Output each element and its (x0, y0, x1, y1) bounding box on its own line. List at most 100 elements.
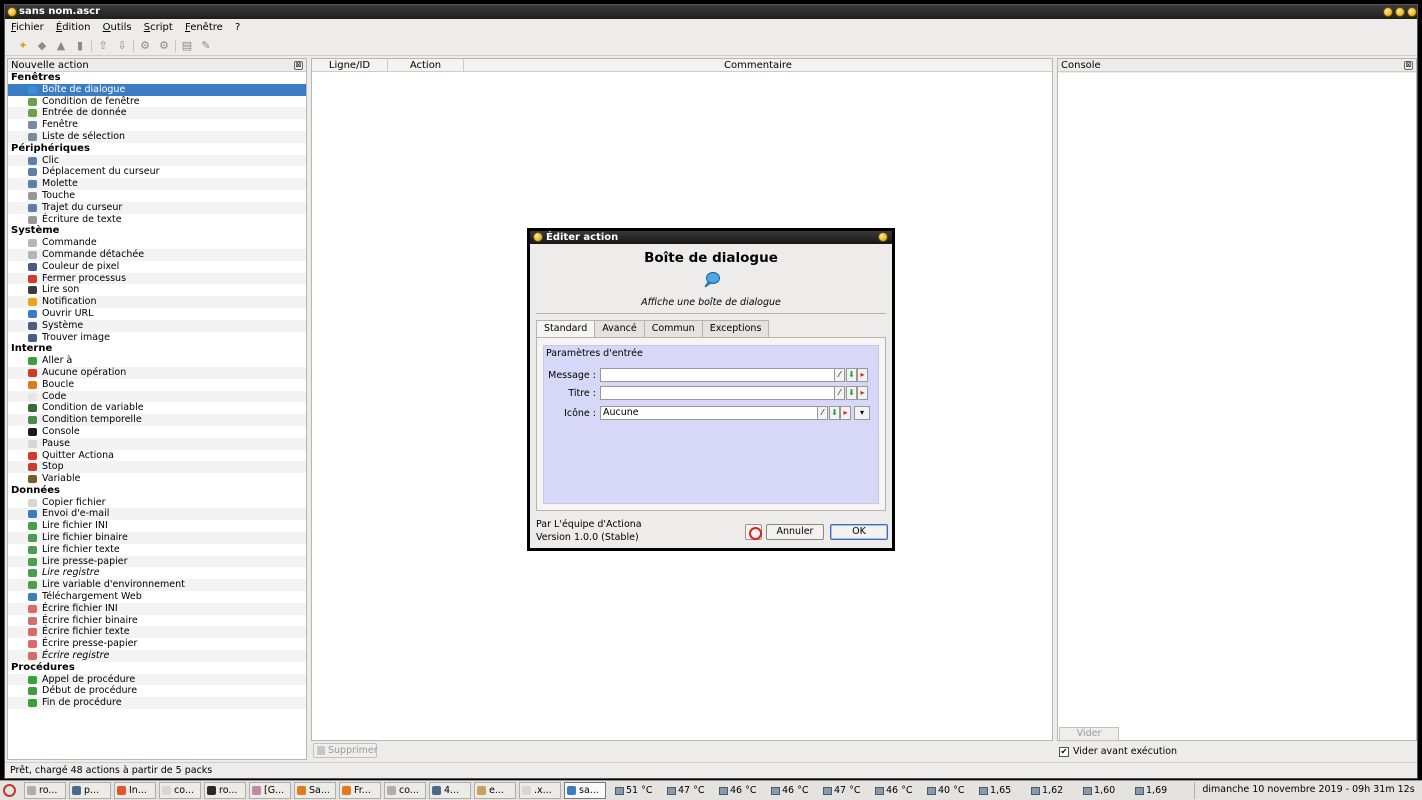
run-selection-gear-icon[interactable]: ⚙ (158, 40, 170, 52)
title-input[interactable] (600, 386, 835, 400)
edit-pencil-icon[interactable]: ✎ (200, 40, 212, 52)
taskbar-task[interactable]: sa... (564, 782, 606, 799)
delete-button[interactable]: Supprimer (313, 743, 378, 758)
column-line-id[interactable]: Ligne/ID (312, 59, 388, 72)
save-icon[interactable]: ▲ (55, 40, 67, 52)
tray-monitor[interactable]: 46 °C (874, 783, 926, 799)
action-item[interactable]: Entrée de donnée (8, 107, 306, 120)
action-item[interactable]: Lire fichier binaire (8, 532, 306, 544)
action-item[interactable]: Début de procédure (8, 685, 306, 697)
taskbar-task[interactable]: Fr... (339, 782, 381, 799)
taskbar-task[interactable]: .x... (519, 782, 561, 799)
column-comment[interactable]: Commentaire (464, 59, 1052, 72)
action-item[interactable]: Quitter Actiona (8, 450, 306, 462)
message-input[interactable] (600, 368, 835, 382)
clear-before-run-checkbox[interactable]: ✔ Vider avant exécution (1059, 746, 1177, 758)
menu-fichier[interactable]: Fichier (11, 19, 44, 36)
tab-commun[interactable]: Commun (643, 320, 703, 337)
action-item[interactable]: Trajet du curseur (8, 201, 306, 214)
tray-monitor[interactable]: 1,62 (1030, 783, 1082, 799)
taskbar-task[interactable]: ro... (204, 782, 246, 799)
console-close-icon[interactable]: ⊠ (1404, 61, 1413, 70)
menu-fenetre[interactable]: Fenêtre (185, 19, 223, 36)
action-item[interactable]: Téléchargement Web (8, 591, 306, 603)
tray-monitor[interactable]: 40 °C (926, 783, 978, 799)
move-up-icon[interactable]: ⇧ (97, 40, 109, 52)
open-icon[interactable]: ◆ (36, 40, 48, 52)
action-item[interactable]: Notification (8, 296, 306, 308)
action-item[interactable]: Lire son (8, 284, 306, 296)
document-icon[interactable]: ▤ (181, 40, 193, 52)
menu-script[interactable]: Script (144, 19, 173, 36)
action-item[interactable]: Lire presse-papier (8, 555, 306, 568)
action-item[interactable]: Lire fichier texte (8, 544, 306, 556)
message-flag-icon[interactable]: ▸ (857, 368, 868, 382)
action-item[interactable]: Écriture de texte (8, 214, 306, 226)
action-item[interactable]: Fermer processus (8, 272, 306, 285)
action-item[interactable]: Lire variable d'environnement (8, 579, 306, 592)
action-item[interactable]: Fin de procédure (8, 697, 306, 710)
tray-monitor[interactable]: 1,60 (1082, 783, 1134, 799)
tray-monitor[interactable]: 1,69 (1134, 783, 1186, 799)
icon-flag-icon[interactable]: ▸ (840, 406, 851, 420)
tray-monitor[interactable]: 46 °C (770, 783, 822, 799)
tray-monitor[interactable]: 46 °C (718, 783, 770, 799)
menu-help[interactable]: ? (235, 19, 240, 36)
action-item[interactable]: Ouvrir URL (8, 308, 306, 320)
message-edit-icon[interactable]: ⁄ (834, 368, 845, 382)
taskbar-task[interactable]: In... (114, 782, 156, 799)
new-icon[interactable]: ✦ (17, 40, 29, 52)
dialog-menu-icon[interactable] (533, 232, 543, 242)
action-item[interactable]: Commande (8, 237, 306, 249)
action-item[interactable]: Envoi d'e-mail (8, 508, 306, 521)
dialog-close-icon[interactable] (878, 232, 888, 242)
taskbar-task[interactable]: e... (474, 782, 516, 799)
title-insert-variable-icon[interactable]: ⬇ (846, 386, 857, 400)
panel-close-icon[interactable]: ⊠ (294, 61, 303, 70)
delete-icon[interactable]: ▮ (74, 40, 86, 52)
action-item[interactable]: Système (8, 319, 306, 332)
taskbar-task[interactable]: co... (384, 782, 426, 799)
action-item[interactable]: Commande détachée (8, 248, 306, 261)
action-item[interactable]: Fenêtre (8, 119, 306, 131)
dialog-title-bar[interactable]: Éditer action (530, 231, 892, 244)
close-icon[interactable] (1407, 7, 1417, 17)
message-insert-variable-icon[interactable]: ⬇ (846, 368, 857, 382)
action-item[interactable]: Boucle (8, 379, 306, 391)
tray-monitor[interactable]: 47 °C (666, 783, 718, 799)
action-item[interactable]: Écrire fichier binaire (8, 615, 306, 627)
action-item[interactable]: Liste de sélection (8, 130, 306, 143)
cancel-button[interactable]: Annuler (766, 524, 824, 540)
taskbar-task[interactable]: co... (159, 782, 201, 799)
action-item[interactable]: Stop (8, 461, 306, 474)
action-item[interactable]: Déplacement du curseur (8, 166, 306, 178)
action-item[interactable]: Clic (8, 154, 306, 167)
chevron-down-icon[interactable]: ▾ (854, 406, 870, 420)
icon-select[interactable]: Aucune (600, 406, 818, 420)
action-item[interactable]: Condition de variable (8, 402, 306, 414)
action-item[interactable]: Écrire fichier texte (8, 626, 306, 639)
action-item[interactable]: Lire fichier INI (8, 520, 306, 532)
clear-console-button[interactable]: Vider (1059, 727, 1119, 741)
tab-exceptions[interactable]: Exceptions (701, 320, 770, 337)
checkbox-checked-icon[interactable]: ✔ (1059, 747, 1069, 757)
action-item[interactable]: Aucune opération (8, 366, 306, 379)
taskbar-task[interactable]: [G... (249, 782, 291, 799)
action-item[interactable]: Console (8, 426, 306, 438)
title-edit-icon[interactable]: ⁄ (834, 386, 845, 400)
action-item[interactable]: Touche (8, 190, 306, 202)
taskbar-task[interactable]: 4... (429, 782, 471, 799)
tab-avance[interactable]: Avancé (594, 320, 645, 337)
taskbar-task[interactable]: ro... (24, 782, 66, 799)
action-item[interactable]: Molette (8, 178, 306, 190)
column-action[interactable]: Action (388, 59, 464, 72)
title-flag-icon[interactable]: ▸ (857, 386, 868, 400)
action-item[interactable]: Pause (8, 437, 306, 450)
taskbar-task[interactable]: p... (69, 782, 111, 799)
icon-insert-variable-icon[interactable]: ⬇ (829, 406, 840, 420)
icon-edit-icon[interactable]: ⁄ (817, 406, 828, 420)
action-item[interactable]: Copier fichier (8, 497, 306, 509)
menu-edition[interactable]: Édition (56, 19, 91, 36)
tray-monitor[interactable]: 51 °C (614, 783, 666, 799)
action-item[interactable]: Condition de fenêtre (8, 96, 306, 108)
